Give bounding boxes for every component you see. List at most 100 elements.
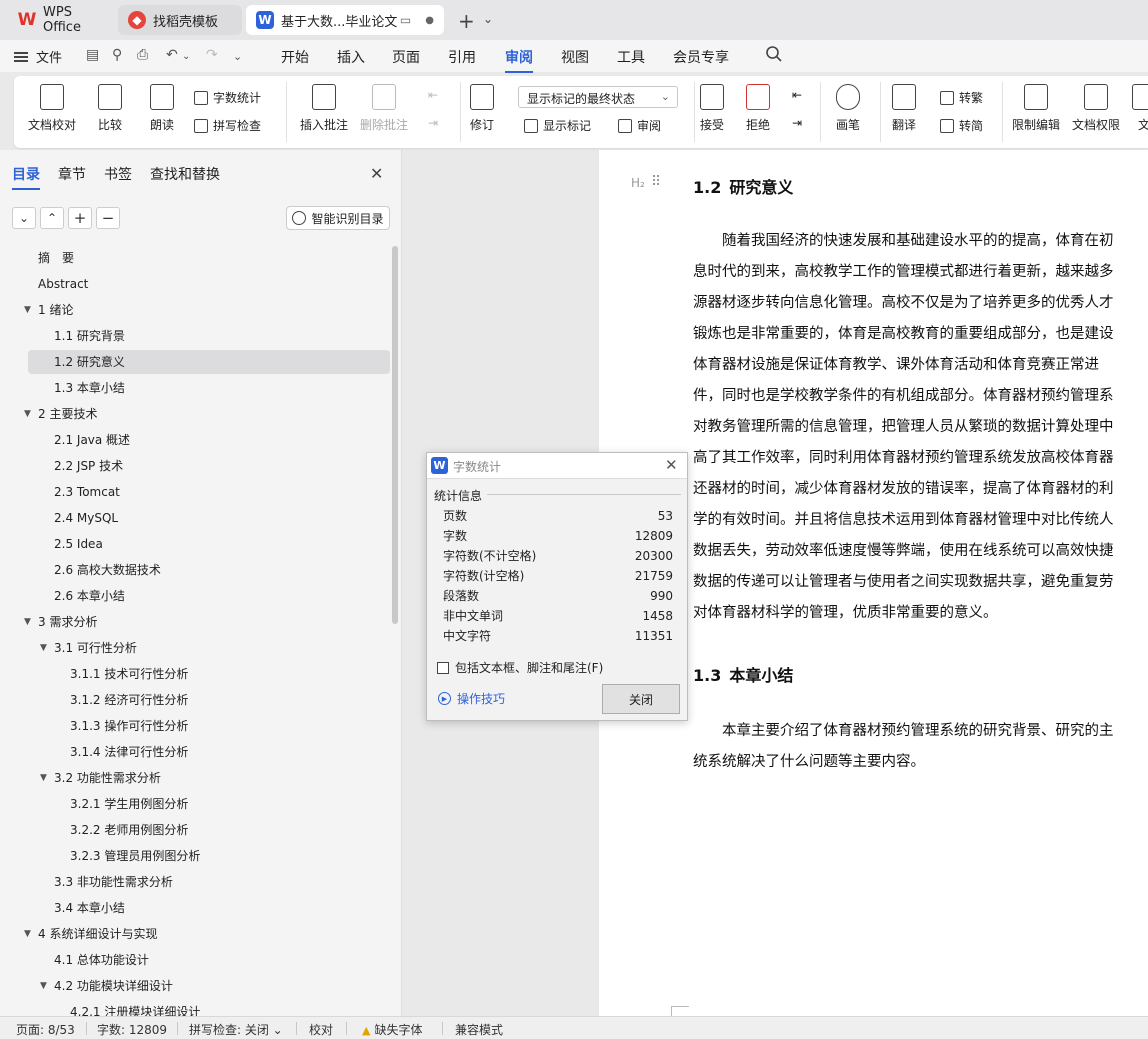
tab-template[interactable]: ◆ 找稻壳模板 xyxy=(118,5,242,35)
toc-item[interactable]: 2.1 Java 概述 xyxy=(54,428,130,452)
toc-item[interactable]: 3.2.1 学生用例图分析 xyxy=(70,792,188,816)
menu-insert[interactable]: 插入 xyxy=(337,47,365,67)
prev-change-icon[interactable]: ⇤ xyxy=(792,88,802,102)
tips-link[interactable]: ▶ 操作技巧 xyxy=(438,690,505,707)
restrict-edit-button[interactable]: 限制编辑 xyxy=(1012,84,1060,133)
drag-handle-icon[interactable]: ⠿ xyxy=(651,174,661,190)
toc-item[interactable]: 1.3 本章小结 xyxy=(54,376,125,400)
translate-button[interactable]: 翻译 xyxy=(892,84,916,133)
read-aloud-button[interactable]: 朗读 xyxy=(150,84,174,133)
toc-item[interactable]: 1.2 研究意义 xyxy=(28,350,390,374)
file-menu[interactable]: 文件 xyxy=(14,47,62,66)
toc-item[interactable]: 摘 要 xyxy=(38,246,74,270)
spell-check-button[interactable]: 拼写检查 xyxy=(194,117,261,134)
close-icon[interactable]: ✕ xyxy=(665,456,678,474)
doc-check-button[interactable]: 文档校对 xyxy=(28,84,76,133)
close-button[interactable]: 关闭 xyxy=(602,684,680,714)
search-icon[interactable] xyxy=(765,45,783,63)
menu-review[interactable]: 审阅 xyxy=(505,47,533,73)
expand-arrow-icon[interactable]: ▼ xyxy=(24,610,31,634)
pen-button[interactable]: 画笔 xyxy=(836,84,860,133)
expand-arrow-icon[interactable]: ▼ xyxy=(24,402,31,426)
toc-item[interactable]: 3.1.3 操作可行性分析 xyxy=(70,714,188,738)
toc-item[interactable]: ▼ 4.2 功能模块详细设计 xyxy=(40,974,173,998)
toc-item[interactable]: ▼ 1 绪论 xyxy=(24,298,73,322)
unsaved-dot-icon[interactable]: ● xyxy=(425,15,434,26)
menu-tools[interactable]: 工具 xyxy=(617,47,645,67)
remove-heading-button[interactable]: − xyxy=(96,207,120,229)
menu-page[interactable]: 页面 xyxy=(392,47,420,67)
undo-dropdown-icon[interactable]: ⌄ xyxy=(182,51,190,62)
toc-item[interactable]: 3.1.4 法律可行性分析 xyxy=(70,740,188,764)
menu-reference[interactable]: 引用 xyxy=(448,47,476,67)
heading-level-icon[interactable]: H₂ xyxy=(631,176,645,190)
toc-scrollbar[interactable] xyxy=(392,246,398,624)
toc-item[interactable]: 3.4 本章小结 xyxy=(54,896,125,920)
smart-toc-button[interactable]: 智能识别目录 xyxy=(286,206,390,230)
undo-icon[interactable]: ↶ xyxy=(166,47,178,63)
include-textbox-checkbox[interactable]: 包括文本框、脚注和尾注(F) xyxy=(437,659,603,676)
next-change-icon[interactable]: ⇥ xyxy=(792,116,802,130)
revise-button[interactable]: 修订 xyxy=(470,84,494,133)
markup-mode-select[interactable]: 显示标记的最终状态 ⌄ xyxy=(518,86,678,108)
tab-wps-office[interactable]: W WPS Office xyxy=(8,5,114,35)
show-markup-button[interactable]: 显示标记 xyxy=(524,117,591,134)
more-quick-access-icon[interactable]: ⌄ xyxy=(233,50,242,63)
redo-icon[interactable]: ↷ xyxy=(206,47,218,63)
collapse-up-button[interactable]: ⌃ xyxy=(40,207,64,229)
tab-find-replace[interactable]: 查找和替换 xyxy=(150,164,220,190)
expand-arrow-icon[interactable]: ▼ xyxy=(24,298,31,322)
toc-item[interactable]: 3.1.1 技术可行性分析 xyxy=(70,662,188,686)
toc-item[interactable]: 2.6 高校大数据技术 xyxy=(54,558,161,582)
word-count-button[interactable]: 字数统计 xyxy=(194,89,261,106)
expand-arrow-icon[interactable]: ▼ xyxy=(40,636,47,660)
toc-item[interactable]: ▼ 2 主要技术 xyxy=(24,402,97,426)
expand-down-button[interactable]: ⌄ xyxy=(12,207,36,229)
status-words[interactable]: 字数: 12809 xyxy=(97,1021,167,1038)
toc-item[interactable]: 2.3 Tomcat xyxy=(54,480,120,504)
toc-item[interactable]: 1.1 研究背景 xyxy=(54,324,125,348)
tab-document[interactable]: W 基于大数...毕业论文 ▭ ● xyxy=(246,5,444,35)
tab-bookmarks[interactable]: 书签 xyxy=(104,164,132,190)
toc-item[interactable]: 2.2 JSP 技术 xyxy=(54,454,123,478)
toc-item[interactable]: 3.2.3 管理员用例图分析 xyxy=(70,844,200,868)
print-preview-icon[interactable]: ⎙ xyxy=(137,47,148,63)
toc-item[interactable]: 2.4 MySQL xyxy=(54,506,118,530)
to-traditional-button[interactable]: 转繁 xyxy=(940,89,983,106)
compare-button[interactable]: 比较 xyxy=(98,84,122,133)
toc-item[interactable]: 3.3 非功能性需求分析 xyxy=(54,870,173,894)
toc-item[interactable]: 2.5 Idea xyxy=(54,532,103,556)
toc-item[interactable]: ▼ 3.2 功能性需求分析 xyxy=(40,766,161,790)
window-icon[interactable]: ▭ xyxy=(400,13,411,27)
expand-arrow-icon[interactable]: ▼ xyxy=(24,922,31,946)
tab-toc[interactable]: 目录 xyxy=(12,164,40,190)
expand-arrow-icon[interactable]: ▼ xyxy=(40,766,47,790)
toc-item[interactable]: 3.2.2 老师用例图分析 xyxy=(70,818,188,842)
toc-item[interactable]: Abstract xyxy=(38,272,88,296)
expand-arrow-icon[interactable]: ▼ xyxy=(40,974,47,998)
review-pane-button[interactable]: 审阅 xyxy=(618,117,661,134)
new-tab-plus-icon[interactable]: + xyxy=(458,9,475,33)
doc-permission-button[interactable]: 文档权限 xyxy=(1072,84,1120,133)
toc-item[interactable]: 3.1.2 经济可行性分析 xyxy=(70,688,188,712)
save-icon[interactable]: ▤ xyxy=(86,47,99,63)
to-simplified-button[interactable]: 转简 xyxy=(940,117,983,134)
reject-button[interactable]: 拒绝 xyxy=(746,84,770,133)
status-spell-check[interactable]: 拼写检查: 关闭 ⌄ xyxy=(189,1021,283,1038)
checkbox-box[interactable] xyxy=(437,661,449,674)
toc-item[interactable]: 2.6 本章小结 xyxy=(54,584,125,608)
status-missing-font[interactable]: ▲ 缺失字体 xyxy=(362,1021,422,1038)
menu-member[interactable]: 会员专享 xyxy=(673,47,729,67)
insert-comment-button[interactable]: 插入批注 xyxy=(300,84,348,133)
menu-home[interactable]: 开始 xyxy=(281,47,309,67)
status-page[interactable]: 页面: 8/53 xyxy=(16,1021,75,1038)
close-icon[interactable]: ✕ xyxy=(370,164,383,183)
delete-comment-button[interactable]: 删除批注 xyxy=(360,84,408,133)
toc-item[interactable]: ▼ 3 需求分析 xyxy=(24,610,97,634)
status-proofread[interactable]: 校对 xyxy=(309,1021,333,1038)
toc-item[interactable]: ▼ 4 系统详细设计与实现 xyxy=(24,922,157,946)
toc-item[interactable]: ▼ 3.1 可行性分析 xyxy=(40,636,137,660)
next-comment-icon[interactable]: ⇥ xyxy=(428,116,438,130)
chevron-down-icon[interactable]: ⌄ xyxy=(483,12,493,26)
menu-view[interactable]: 视图 xyxy=(561,47,589,67)
